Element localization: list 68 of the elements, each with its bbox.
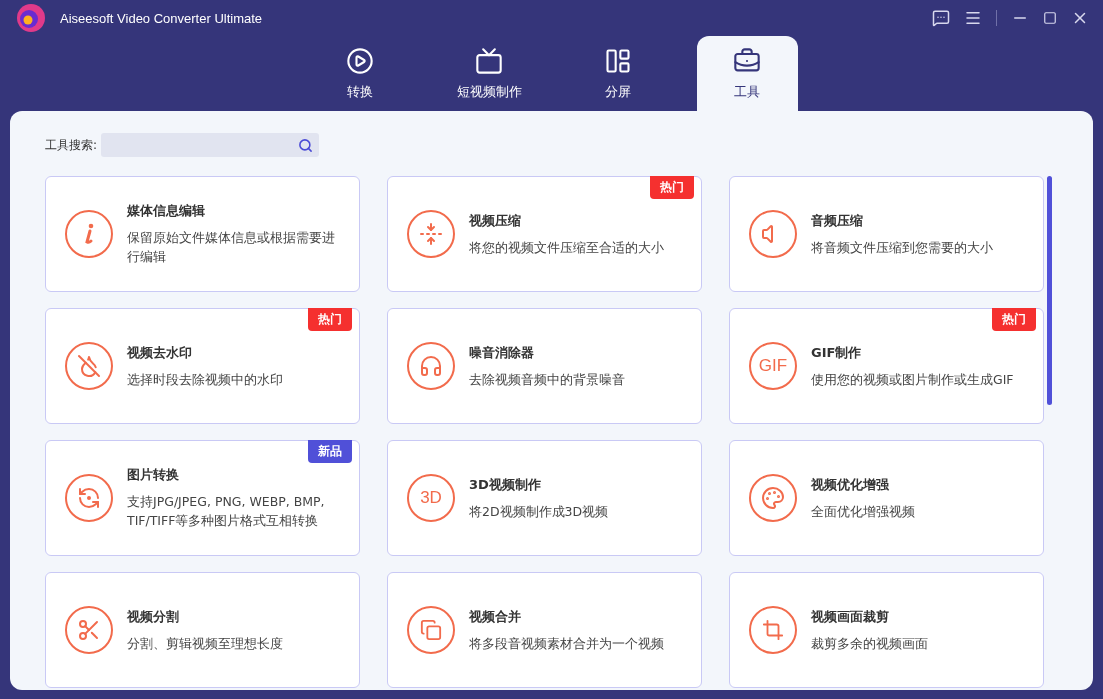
tool-card[interactable]: 视频合并 将多段音视频素材合并为一个视频 — [387, 572, 702, 688]
app-logo — [16, 3, 46, 33]
tool-title: 视频分割 — [127, 607, 180, 626]
tool-title: 媒体信息编辑 — [127, 202, 206, 220]
search-label: 工具搜索: — [45, 136, 98, 154]
tool-title: 图片转换 — [127, 466, 180, 484]
tool-title: GIF制作 — [811, 343, 863, 362]
search-field[interactable] — [101, 133, 320, 157]
tool-card[interactable]: 热门 视频压缩 将您的视频文件压缩至合适的大小 — [387, 176, 702, 292]
tool-description: 全面优化增强视频 — [811, 502, 915, 521]
tool-description: 分割、剪辑视频至理想长度 — [127, 634, 283, 653]
search-icon[interactable] — [298, 137, 314, 153]
palette-icon — [749, 474, 797, 522]
tool-description: 选择时段去除视频中的水印 — [127, 370, 283, 389]
crossed-drop-icon — [65, 342, 113, 390]
compress-icon — [407, 210, 455, 258]
tool-title: 视频合并 — [469, 607, 522, 626]
headphones-icon — [407, 342, 455, 390]
feedback-icon[interactable] — [932, 9, 950, 27]
tool-description: 使用您的视频或图片制作或生成GIF — [811, 370, 1014, 389]
tool-card[interactable]: 3D 3D视频制作 将2D视频制作成3D视频 — [387, 440, 702, 556]
tool-description: 将您的视频文件压缩至合适的大小 — [469, 238, 664, 257]
tool-description: 保留原始文件媒体信息或根据需要进行编辑 — [127, 229, 336, 266]
tool-badge: 热门 — [650, 176, 694, 199]
tool-title: 视频优化增强 — [811, 475, 890, 494]
speaker-icon — [749, 210, 797, 258]
tv-icon — [475, 46, 503, 75]
tool-card[interactable]: 新品 图片转换 支持JPG/JPEG, PNG, WEBP, BMP, TIF/TIFF等多种图片格式互相转换 — [45, 440, 360, 556]
tool-description: 将2D视频制作成3D视频 — [469, 502, 609, 521]
info-icon — [65, 210, 113, 258]
tool-badge: 热门 — [308, 308, 352, 331]
nav-tab[interactable]: 转换 — [309, 36, 411, 111]
scissors-icon — [65, 606, 113, 654]
tool-title: 噪音消除器 — [469, 343, 535, 362]
tool-description: 裁剪多余的视频画面 — [811, 634, 928, 653]
maximize-icon[interactable] — [1043, 11, 1057, 25]
tool-card[interactable]: 热门 GIF GIF制作 使用您的视频或图片制作或生成GIF — [729, 308, 1044, 424]
tool-card[interactable]: 视频优化增强 全面优化增强视频 — [729, 440, 1044, 556]
nav-tab[interactable]: 分屏 — [567, 36, 669, 111]
tool-badge: 热门 — [992, 308, 1036, 331]
tool-card[interactable]: 媒体信息编辑 保留原始文件媒体信息或根据需要进行编辑 — [45, 176, 360, 292]
nav-tab[interactable]: 短视频制作 — [438, 36, 540, 111]
tool-card[interactable]: 视频画面裁剪 裁剪多余的视频画面 — [729, 572, 1044, 688]
window-title: Aiseesoft Video Converter Ultimate — [60, 10, 264, 26]
split-screen-icon — [604, 46, 632, 75]
tool-title: 视频压缩 — [469, 211, 522, 230]
play-icon — [346, 46, 374, 75]
nav-tab[interactable]: 工具 — [696, 36, 798, 111]
tool-title: 视频去水印 — [127, 343, 193, 362]
tool-card[interactable]: 音频压缩 将音频文件压缩到您需要的大小 — [729, 176, 1044, 292]
menu-icon[interactable] — [964, 9, 982, 27]
tool-description: 去除视频音频中的背景噪音 — [469, 370, 625, 389]
scrollbar-thumb[interactable] — [1047, 176, 1052, 405]
tool-description: 支持JPG/JPEG, PNG, WEBP, BMP, TIF/TIFF等多种图片格式互相转换 — [127, 493, 326, 530]
gif-icon: GIF — [749, 342, 797, 390]
tool-card[interactable]: 视频分割 分割、剪辑视频至理想长度 — [45, 572, 360, 688]
overlap-squares-icon — [407, 606, 455, 654]
tool-title: 音频压缩 — [811, 211, 864, 230]
tool-description: 将音频文件压缩到您需要的大小 — [811, 238, 993, 257]
tool-title: 3D视频制作 — [469, 475, 542, 494]
tool-card[interactable]: 热门 视频去水印 选择时段去除视频中的水印 — [45, 308, 360, 424]
tool-card[interactable]: 噪音消除器 去除视频音频中的背景噪音 — [387, 308, 702, 424]
three-d-icon: 3D — [407, 474, 455, 522]
tool-badge: 新品 — [308, 440, 352, 463]
crop-icon — [749, 606, 797, 654]
tool-description: 将多段音视频素材合并为一个视频 — [469, 634, 664, 653]
tool-title: 视频画面裁剪 — [811, 607, 890, 626]
refresh-icon — [65, 474, 113, 522]
